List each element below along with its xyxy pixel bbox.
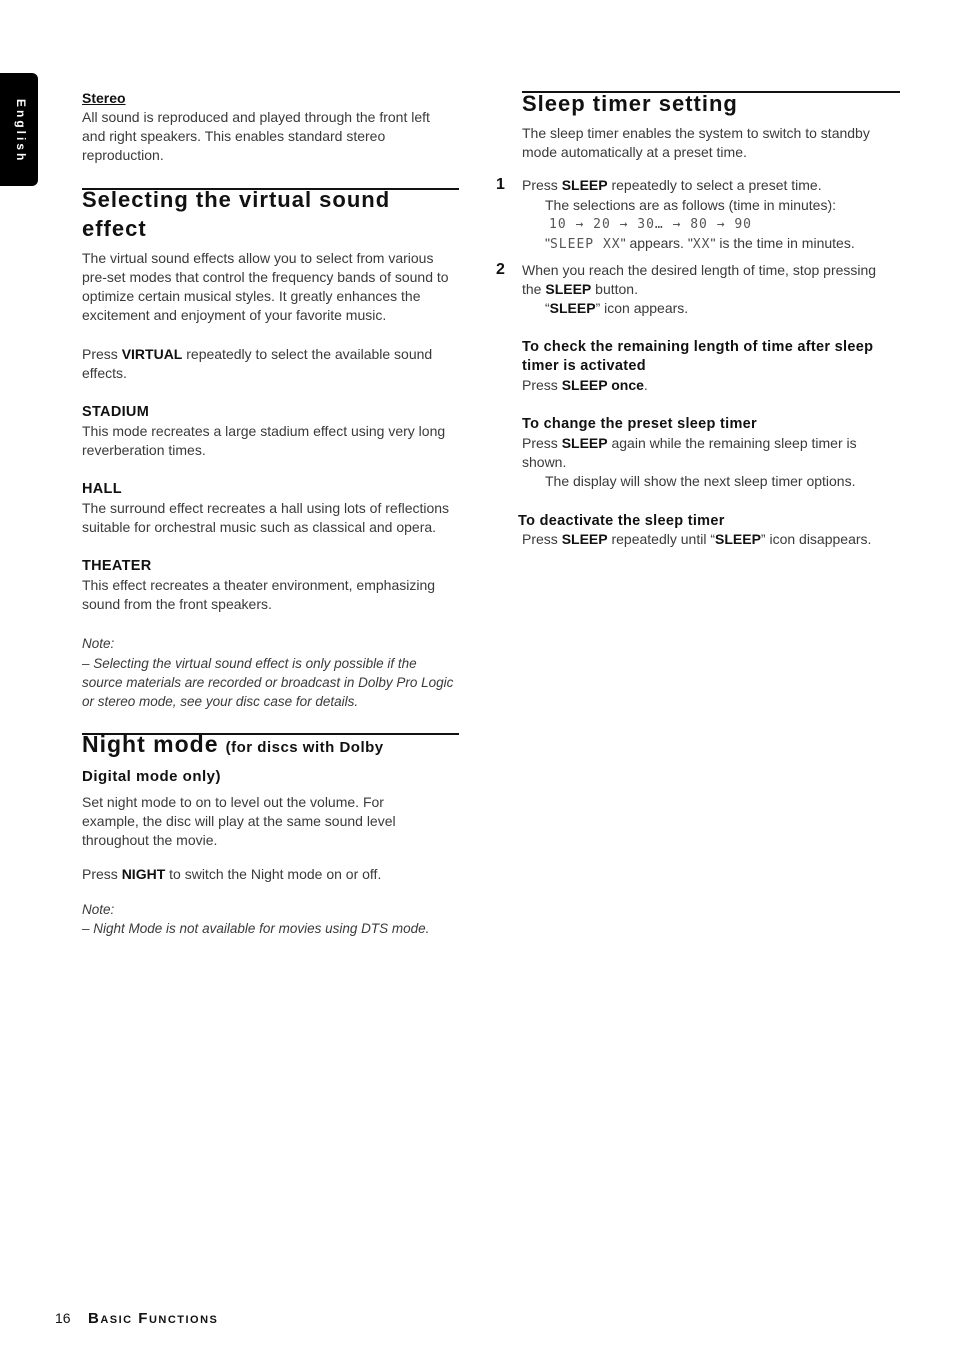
- note-label: Note:: [82, 636, 115, 651]
- step1-lcd-sequence: 10 → 20 → 30… → 80 → 90: [549, 217, 753, 232]
- deactivate-heading: To deactivate the sleep timer: [518, 513, 725, 529]
- bold-term: SLEEP: [561, 435, 608, 451]
- text-segment: button.: [591, 281, 638, 297]
- night-press: Press NIGHT to switch the Night mode on …: [82, 865, 460, 884]
- deactivate-text: Press SLEEP repeatedly until “SLEEP” ico…: [522, 530, 922, 549]
- bold-term: SLEEP: [545, 281, 592, 297]
- page-number: 16: [55, 1310, 71, 1326]
- mode-theater-text: This effect recreates a theater environm…: [82, 577, 436, 612]
- note-text: – Selecting the virtual sound effect is …: [82, 656, 454, 709]
- mode-hall-text: The surround effect recreates a hall usi…: [82, 500, 450, 535]
- bold-term: SLEEP once: [561, 377, 644, 393]
- language-tab: English: [0, 73, 38, 186]
- text-segment: repeatedly until “: [607, 531, 715, 547]
- bold-term: NIGHT: [121, 866, 166, 882]
- stereo-text: All sound is reproduced and played throu…: [82, 109, 430, 163]
- change-heading: To change the preset sleep timer: [522, 416, 757, 432]
- virtual-press: Press VIRTUAL repeatedly to select the a…: [82, 345, 452, 383]
- step-number: 2: [496, 261, 505, 278]
- text-segment: Press: [522, 531, 562, 547]
- text-segment: ” icon appears.: [595, 300, 689, 316]
- bold-term: SLEEP: [561, 531, 608, 547]
- step-number: 1: [496, 176, 505, 193]
- note-text: – Night Mode is not available for movies…: [82, 921, 430, 936]
- note-label: Note:: [82, 902, 115, 917]
- mode-hall-title: HALL: [82, 481, 122, 497]
- night-heading: Night mode (for discs with Dolby: [82, 730, 462, 762]
- mode-stadium-title: STADIUM: [82, 404, 150, 420]
- sleep-heading: Sleep timer setting: [522, 91, 738, 116]
- lcd-text: SLEEP XX: [549, 237, 621, 252]
- section-title: Basic Functions: [88, 1310, 219, 1327]
- mode-theater-title: THEATER: [82, 558, 152, 574]
- bold-term: SLEEP: [715, 531, 761, 547]
- lcd-text: XX: [692, 237, 711, 252]
- step2-sub: “SLEEP” icon appears.: [545, 299, 688, 318]
- text-segment: repeatedly to select a preset time.: [607, 177, 822, 193]
- text-segment: Press: [82, 346, 122, 362]
- text-segment: Press: [522, 435, 562, 451]
- sleep-intro: The sleep timer enables the system to sw…: [522, 125, 870, 160]
- change-sub: The display will show the next sleep tim…: [545, 473, 856, 489]
- step1-sub2: "SLEEP XX" appears. "XX" is the time in …: [545, 234, 855, 254]
- bold-term: VIRTUAL: [121, 346, 183, 362]
- night-heading-sub: (for discs with Dolby: [225, 739, 384, 756]
- step1-sub1: The selections are as follows (time in m…: [545, 197, 836, 213]
- virtual-text: The virtual sound effects allow you to s…: [82, 250, 449, 323]
- text-segment: Press: [522, 177, 562, 193]
- night-heading-main: Night mode: [82, 731, 219, 757]
- text-segment: to switch the Night mode on or off.: [165, 866, 382, 882]
- change-text: Press SLEEP again while the remaining sl…: [522, 434, 872, 472]
- text-segment: Press: [522, 377, 562, 393]
- bold-term: SLEEP: [549, 300, 596, 316]
- language-label: English: [14, 99, 28, 164]
- text-segment: " is the time in minutes.: [710, 235, 855, 251]
- night-text: Set night mode to on to level out the vo…: [82, 794, 396, 848]
- step1-text: Press SLEEP repeatedly to select a prese…: [522, 176, 902, 195]
- text-segment: Press: [82, 866, 122, 882]
- manual-page: English Stereo All sound is reproduced a…: [0, 0, 954, 1351]
- text-segment: .: [643, 377, 648, 393]
- text-segment: " appears. ": [620, 235, 693, 251]
- bold-term: SLEEP: [561, 177, 608, 193]
- night-heading-sub2: Digital mode only): [82, 768, 222, 785]
- check-heading: To check the remaining length of time af…: [522, 339, 874, 374]
- stereo-title: Stereo: [82, 90, 126, 106]
- check-text: Press SLEEP once.: [522, 376, 902, 395]
- text-segment: ” icon disappears.: [760, 531, 872, 547]
- virtual-heading: Selecting the virtual sound effect: [82, 187, 391, 241]
- mode-stadium-text: This mode recreates a large stadium effe…: [82, 423, 446, 458]
- step2-text: When you reach the desired length of tim…: [522, 261, 892, 299]
